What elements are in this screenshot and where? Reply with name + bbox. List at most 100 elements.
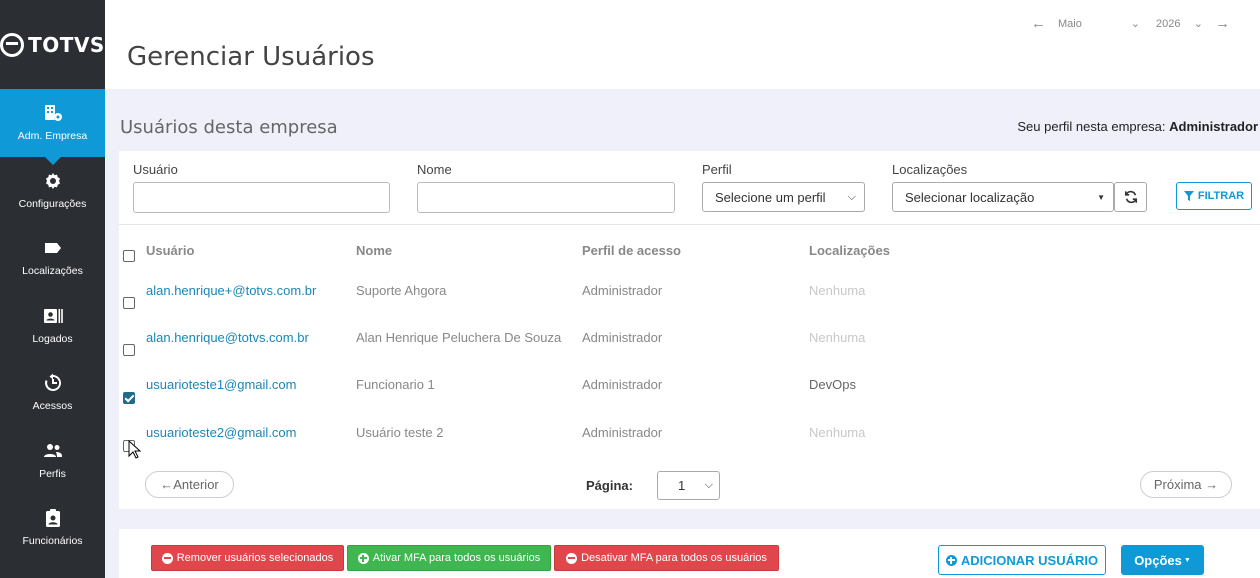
arrow-left-icon[interactable]: ← bbox=[1031, 15, 1046, 32]
filter-button[interactable]: FILTRAR bbox=[1176, 182, 1252, 210]
date-navigator: ← Maio ⌄ 2026 ⌄ → bbox=[1031, 15, 1230, 32]
nome-filter-input[interactable] bbox=[417, 182, 675, 213]
row-checkbox[interactable] bbox=[123, 392, 135, 404]
sidebar-item-label: Funcionários bbox=[22, 535, 83, 548]
minus-circle-icon bbox=[566, 552, 578, 564]
history-icon bbox=[43, 373, 63, 393]
arrow-right-icon[interactable]: → bbox=[1215, 15, 1230, 32]
remove-users-label: Remover usuários selecionados bbox=[176, 552, 334, 564]
filter-button-label: FILTRAR bbox=[1197, 190, 1245, 202]
column-header-nome[interactable]: Nome bbox=[356, 243, 392, 258]
row-email[interactable]: usuarioteste2@gmail.com bbox=[146, 425, 296, 440]
options-dropdown-button[interactable]: Opções ▼ bbox=[1121, 545, 1204, 575]
column-header-localizacoes[interactable]: Localizações bbox=[809, 243, 890, 258]
next-page-button[interactable]: Próxima → bbox=[1140, 471, 1232, 498]
page-select[interactable]: 1 ⌵ bbox=[657, 471, 720, 500]
chevron-down-icon: ⌄ bbox=[1130, 18, 1140, 30]
page-label: Página: bbox=[586, 478, 633, 493]
profile-value: Administrador bbox=[1169, 119, 1258, 134]
sidebar: TOTVS Adm. Empresa Configurações Localiz… bbox=[0, 0, 105, 578]
caret-down-icon: ▼ bbox=[1183, 556, 1191, 564]
plus-circle-icon bbox=[945, 554, 957, 566]
usuario-filter-input[interactable] bbox=[133, 182, 390, 213]
options-label: Opções bbox=[1134, 552, 1182, 568]
year-select[interactable]: 2026 ⌄ bbox=[1152, 17, 1207, 31]
row-nome: Alan Henrique Peluchera De Souza bbox=[356, 330, 562, 345]
refresh-button[interactable] bbox=[1114, 182, 1147, 212]
localizacoes-filter-label: Localizações bbox=[892, 162, 968, 177]
sidebar-item-funcionarios[interactable]: Funcionários bbox=[0, 494, 105, 562]
chevron-down-icon: ⌵ bbox=[847, 190, 856, 203]
profile-prefix: Seu perfil nesta empresa: bbox=[1017, 119, 1166, 134]
row-perfil: Administrador bbox=[582, 377, 663, 392]
sidebar-item-label: Localizações bbox=[22, 265, 83, 278]
sidebar-item-label: Acessos bbox=[32, 400, 73, 413]
row-nome: Funcionario 1 bbox=[356, 377, 435, 392]
header: Gerenciar Usuários ← Maio ⌄ 2026 ⌄ → bbox=[105, 0, 1260, 89]
row-nome: Usuário teste 2 bbox=[356, 425, 444, 440]
sidebar-item-label: Adm. Empresa bbox=[17, 130, 88, 143]
minus-circle-icon bbox=[161, 552, 173, 564]
actions-panel: Remover usuários selecionados Ativar MFA… bbox=[119, 529, 1260, 578]
row-checkbox[interactable] bbox=[123, 297, 135, 309]
sidebar-item-label: Configurações bbox=[18, 197, 87, 210]
month-select[interactable]: Maio ⌄ bbox=[1054, 17, 1144, 31]
plus-circle-icon bbox=[357, 552, 369, 564]
building-gear-icon bbox=[43, 103, 63, 123]
row-perfil: Administrador bbox=[582, 425, 663, 440]
logo-text: TOTVS bbox=[28, 32, 105, 57]
disable-mfa-label: Desativar MFA para todos os usuários bbox=[581, 552, 767, 564]
page-title: Gerenciar Usuários bbox=[127, 42, 375, 72]
refresh-icon bbox=[1124, 190, 1137, 204]
nome-filter-label: Nome bbox=[417, 162, 452, 177]
sidebar-item-adm-empresa[interactable]: Adm. Empresa bbox=[0, 89, 105, 164]
sidebar-item-localizacoes[interactable]: Localizações bbox=[0, 224, 105, 292]
enable-mfa-button[interactable]: Ativar MFA para todos os usuários bbox=[347, 545, 551, 571]
sidebar-item-logados[interactable]: Logados bbox=[0, 292, 105, 360]
row-email[interactable]: usuarioteste1@gmail.com bbox=[146, 377, 296, 392]
sidebar-item-acessos[interactable]: Acessos bbox=[0, 359, 105, 427]
column-header-perfil[interactable]: Perfil de acesso bbox=[582, 243, 681, 258]
divider bbox=[119, 224, 1260, 225]
row-email[interactable]: alan.henrique+@totvs.com.br bbox=[146, 283, 316, 298]
perfil-select[interactable]: Selecione um perfil ⌵ bbox=[702, 182, 865, 212]
year-value: 2026 bbox=[1156, 17, 1181, 30]
sidebar-item-perfis[interactable]: Perfis bbox=[0, 427, 105, 495]
mouse-cursor-icon bbox=[128, 440, 142, 459]
users-icon bbox=[43, 441, 63, 461]
page-select-value: 1 bbox=[678, 478, 686, 493]
localizacoes-select-value: Selecionar localização bbox=[905, 189, 1035, 205]
row-localizacoes: DevOps bbox=[809, 377, 856, 392]
row-email[interactable]: alan.henrique@totvs.com.br bbox=[146, 330, 309, 345]
add-user-button[interactable]: ADICIONAR USUÁRIO bbox=[938, 545, 1106, 575]
sidebar-item-label: Logados bbox=[32, 332, 73, 345]
chevron-down-icon: ⌵ bbox=[704, 479, 713, 491]
totvs-logo[interactable]: TOTVS bbox=[0, 0, 105, 89]
filter-icon bbox=[1183, 191, 1194, 201]
users-panel: Usuário Nome Perfil Selecione um perfil … bbox=[119, 151, 1260, 509]
chevron-down-icon: ⌄ bbox=[1193, 18, 1203, 30]
select-all-checkbox[interactable] bbox=[123, 250, 135, 262]
disable-mfa-button[interactable]: Desativar MFA para todos os usuários bbox=[554, 545, 779, 571]
main-content: Usuários desta empresa Seu perfil nesta … bbox=[105, 89, 1260, 578]
column-header-usuario[interactable]: Usuário bbox=[146, 243, 194, 258]
clipboard-user-icon bbox=[43, 508, 63, 528]
month-value: Maio bbox=[1058, 17, 1082, 30]
enable-mfa-label: Ativar MFA para todos os usuários bbox=[372, 552, 541, 564]
row-localizacoes: Nenhuma bbox=[809, 425, 866, 440]
caret-down-icon: ▼ bbox=[1097, 192, 1105, 202]
section-title: Usuários desta empresa bbox=[120, 117, 338, 138]
tag-icon bbox=[43, 238, 63, 258]
perfil-select-value: Selecione um perfil bbox=[715, 189, 826, 205]
sidebar-item-configuracoes[interactable]: Configurações bbox=[0, 157, 105, 225]
row-perfil: Administrador bbox=[582, 283, 663, 298]
localizacoes-select[interactable]: Selecionar localização ▼ bbox=[892, 182, 1114, 212]
row-perfil: Administrador bbox=[582, 330, 663, 345]
previous-page-button[interactable]: ←Anterior bbox=[145, 471, 234, 498]
usuario-filter-label: Usuário bbox=[133, 162, 178, 177]
totvs-logo-icon bbox=[0, 32, 25, 57]
gear-icon bbox=[43, 171, 63, 191]
id-card-icon bbox=[43, 306, 63, 326]
remove-users-button[interactable]: Remover usuários selecionados bbox=[151, 545, 344, 571]
row-checkbox[interactable] bbox=[123, 344, 135, 356]
